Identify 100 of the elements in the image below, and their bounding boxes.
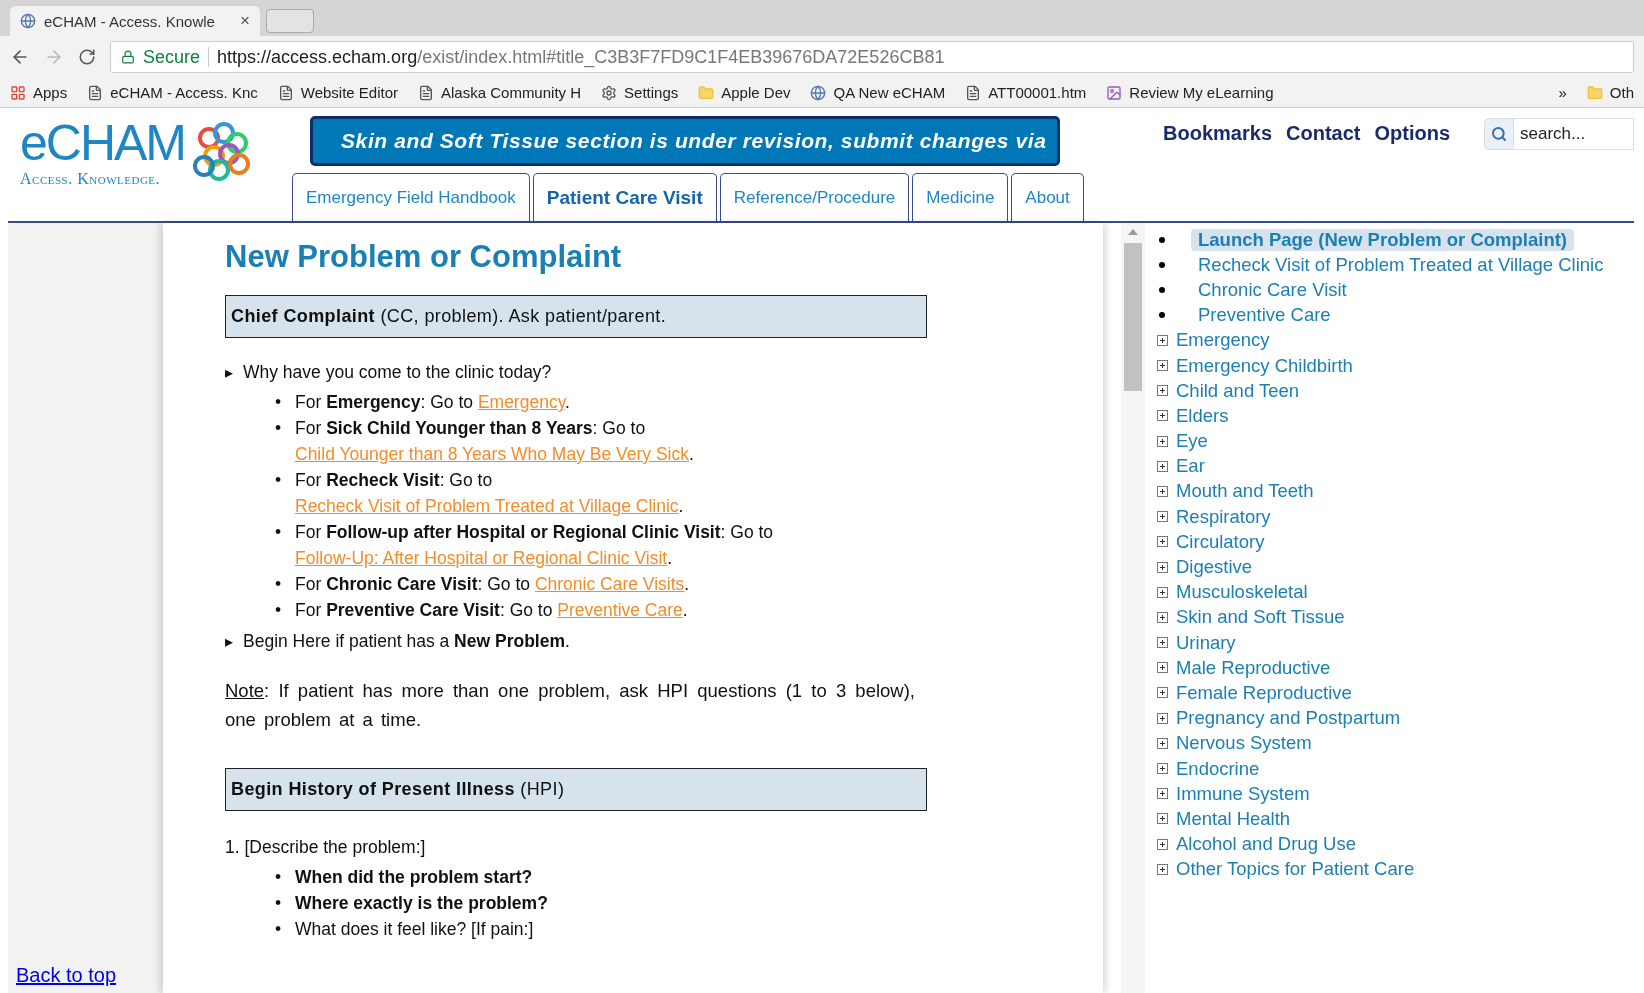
topic-link[interactable]: Follow-Up: After Hospital or Regional Clinic Visit	[295, 548, 668, 568]
topic-link[interactable]: Mental Health	[1176, 807, 1291, 830]
expand-icon[interactable]	[1157, 863, 1168, 875]
scrollbar[interactable]	[1121, 223, 1145, 993]
expand-icon[interactable]	[1157, 360, 1168, 372]
bookmark[interactable]: Settings	[601, 84, 679, 101]
expand-icon[interactable]	[1157, 687, 1168, 699]
bookmark[interactable]: Apps	[10, 84, 68, 101]
nav-tab[interactable]: About	[1011, 173, 1084, 221]
topic-link[interactable]: Emergency Childbirth	[1176, 354, 1353, 377]
reload-icon[interactable]	[78, 48, 96, 66]
expand-icon[interactable]	[1157, 435, 1168, 447]
search-button[interactable]	[1484, 118, 1514, 150]
bullet-icon: •	[275, 467, 295, 493]
topic-link[interactable]: Alcohol and Drug Use	[1176, 833, 1356, 856]
expand-icon[interactable]	[1157, 385, 1168, 397]
expand-icon[interactable]	[1157, 788, 1168, 800]
header-link[interactable]: Bookmarks	[1163, 118, 1272, 145]
topic-link[interactable]: Digestive	[1176, 556, 1253, 579]
search-field[interactable]: search...	[1514, 118, 1634, 150]
expand-icon[interactable]	[1157, 712, 1168, 724]
globe-icon	[810, 84, 827, 101]
option-text: For Emergency: Go to Emergency.	[295, 391, 571, 414]
topic-link[interactable]: Circulatory	[1176, 530, 1265, 553]
topic-link[interactable]: Pregnancy and Postpartum	[1176, 707, 1401, 730]
topic-link[interactable]: Respiratory	[1176, 505, 1271, 528]
back-to-top-link[interactable]: Back to top	[16, 964, 163, 987]
page-icon	[965, 84, 982, 101]
close-icon[interactable]: ×	[240, 11, 250, 31]
bullet-icon	[1159, 236, 1165, 243]
option-text: For Sick Child Younger than 8 Years: Go to Child Younger than 8 Years Who May Be Very Sick.	[295, 417, 695, 466]
apps-icon	[10, 84, 26, 101]
topic-link[interactable]: Immune System	[1176, 782, 1310, 805]
expand-icon[interactable]	[1157, 334, 1168, 346]
topic-link[interactable]: Ear	[1176, 455, 1205, 478]
tab-title: eCHAM - Access. Knowle	[44, 12, 216, 30]
topic-link[interactable]: Nervous System	[1176, 732, 1312, 755]
bookmark[interactable]: Alaska Community H	[418, 84, 582, 101]
bullet-icon	[1159, 261, 1165, 268]
bullet-icon: •	[275, 864, 295, 890]
topic-link[interactable]: Female Reproductive	[1176, 681, 1352, 704]
topic-link[interactable]: Musculoskeletal	[1176, 581, 1308, 604]
bookmark[interactable]: ATT00001.htm	[965, 84, 1087, 101]
expand-icon[interactable]	[1157, 662, 1168, 674]
expand-icon[interactable]	[1157, 485, 1168, 497]
header-link[interactable]: Contact	[1286, 118, 1361, 145]
topic-link[interactable]: Chronic Care Visits	[534, 574, 685, 594]
bullet-icon: •	[275, 571, 295, 597]
nav-tab[interactable]: Medicine	[912, 173, 1009, 221]
expand-icon[interactable]	[1157, 838, 1168, 850]
expand-icon[interactable]	[1157, 511, 1168, 523]
page-link[interactable]: Launch Page (New Problem or Complaint)	[1191, 228, 1574, 251]
topic-link[interactable]: Urinary	[1176, 631, 1236, 654]
browser-tab[interactable]: eCHAM - Access. Knowle ×	[10, 6, 260, 36]
expand-icon[interactable]	[1157, 460, 1168, 472]
page-link[interactable]: Preventive Care	[1191, 304, 1338, 327]
expand-icon[interactable]	[1157, 737, 1168, 749]
expand-icon[interactable]	[1157, 410, 1168, 422]
bookmark[interactable]: Apple Dev	[698, 84, 791, 101]
expand-icon[interactable]	[1157, 611, 1168, 623]
note-text: Note: If patient has more than one problem, ask HPI questions (1 to 3 below), one problem at a time.	[225, 679, 915, 732]
page-link[interactable]: Chronic Care Visit	[1191, 278, 1354, 301]
nav-tab[interactable]: Emergency Field Handbook	[292, 173, 530, 221]
bookmark[interactable]: Review My eLearning	[1106, 84, 1274, 101]
more-bookmarks[interactable]: »	[1558, 84, 1567, 101]
topic-link[interactable]: Recheck Visit of Problem Treated at Village Clinic	[295, 496, 679, 516]
expand-icon[interactable]	[1157, 586, 1168, 598]
topic-link[interactable]: Mouth and Teeth	[1176, 480, 1314, 503]
nav-tab[interactable]: Patient Care Visit	[532, 173, 717, 221]
gear-icon	[601, 84, 618, 101]
topic-link[interactable]: Preventive Care	[557, 600, 683, 620]
bullet-icon	[1159, 312, 1165, 319]
bookmark[interactable]: QA New eCHAM	[810, 84, 946, 101]
bookmark[interactable]: Oth	[1586, 84, 1634, 101]
topic-link[interactable]: Male Reproductive	[1176, 656, 1331, 679]
topic-link[interactable]: Other Topics for Patient Care	[1176, 858, 1415, 881]
app-icon	[1106, 84, 1123, 101]
topic-link[interactable]: Eye	[1176, 430, 1208, 453]
topic-link[interactable]: Child Younger than 8 Years Who May Be Very Sick	[295, 444, 689, 464]
topic-link[interactable]: Elders	[1176, 404, 1229, 427]
page-icon	[87, 84, 104, 101]
bullet-icon: •	[275, 597, 295, 623]
topic-link[interactable]: Child and Teen	[1176, 379, 1300, 402]
topic-link[interactable]: Emergency	[477, 392, 566, 412]
option-text: For Follow-up after Hospital or Regional Clinic Visit: Go to Follow-Up: After Hospital or Regional Clinic Visit.	[295, 521, 775, 570]
expand-icon[interactable]	[1157, 637, 1168, 649]
page-link[interactable]: Recheck Visit of Problem Treated at Village Clinic	[1191, 253, 1611, 276]
bookmark[interactable]: eCHAM - Access. Knc	[87, 84, 258, 101]
expand-icon[interactable]	[1157, 763, 1168, 775]
topic-link[interactable]: Skin and Soft Tissue	[1176, 606, 1345, 629]
expand-icon[interactable]	[1157, 536, 1168, 548]
bookmark[interactable]: Website Editor	[277, 84, 398, 101]
topic-link[interactable]: Endocrine	[1176, 757, 1260, 780]
topic-link[interactable]: Emergency	[1176, 329, 1270, 352]
expand-icon[interactable]	[1157, 813, 1168, 825]
url-text: https://access.echam.org/exist/index.html#title_C3B3F7FD9C1F4EB39676DA72E526CB81	[217, 46, 945, 68]
address-bar[interactable]: Secure https://access.echam.org/exist/index.html#title_C3B3F7FD9C1F4EB39676DA72E526CB81	[110, 41, 1634, 73]
expand-icon[interactable]	[1157, 561, 1168, 573]
header-link[interactable]: Options	[1374, 118, 1450, 145]
nav-tab[interactable]: Reference/Procedure	[719, 173, 910, 221]
